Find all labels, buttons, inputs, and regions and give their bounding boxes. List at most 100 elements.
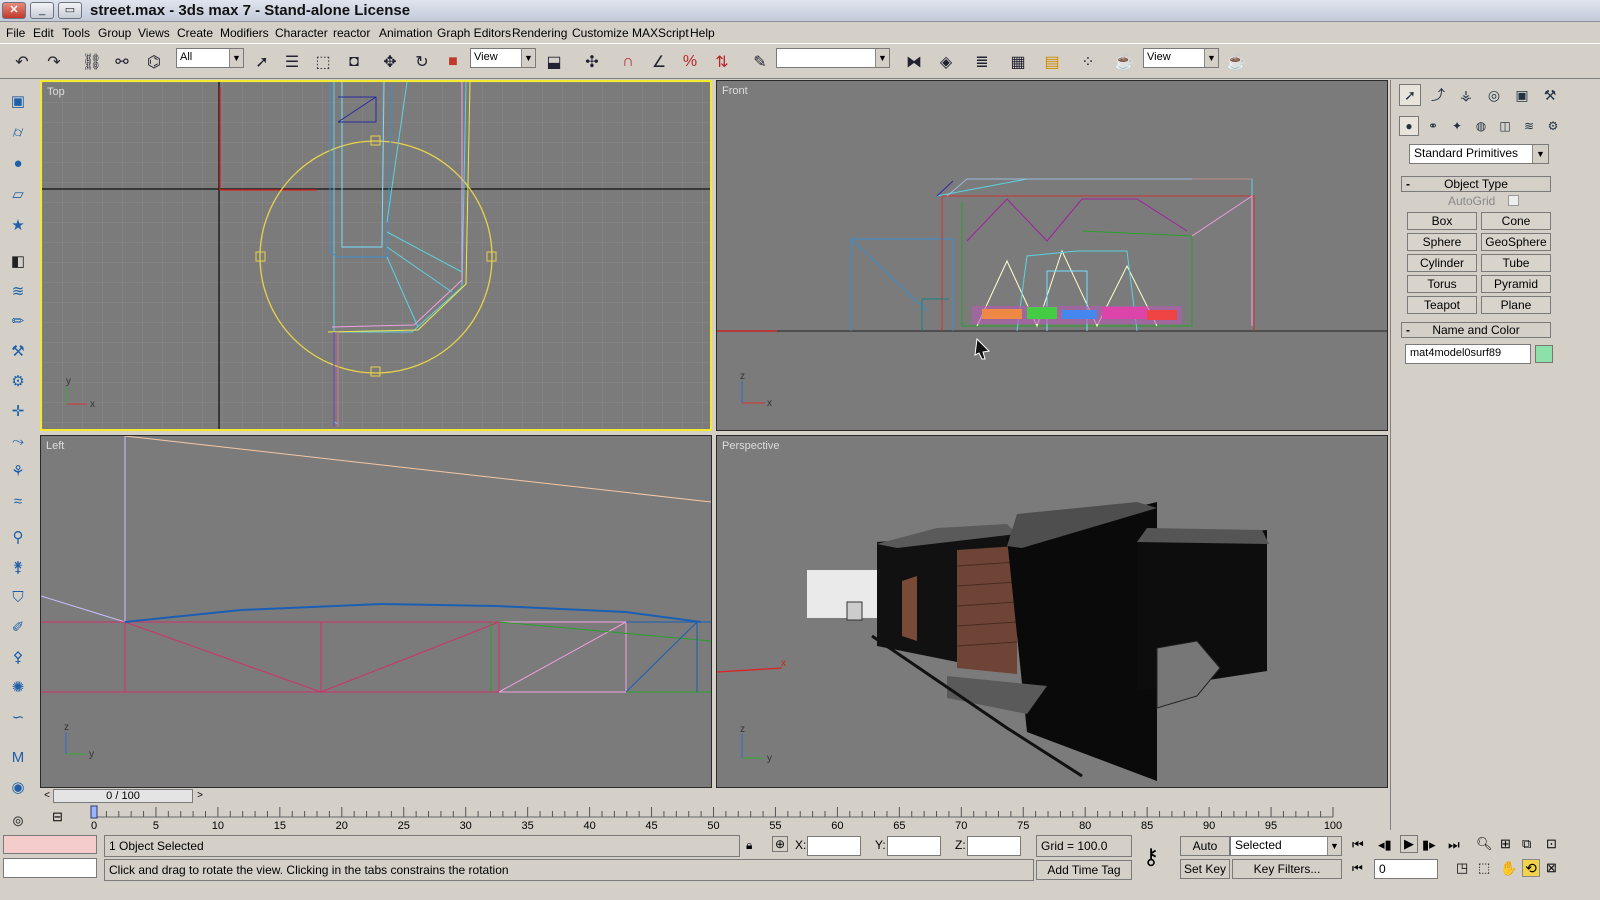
time-slider[interactable]: 0 / 100 [53, 789, 193, 803]
select-by-name-icon[interactable]: ☰ [280, 50, 304, 74]
menu-reactor[interactable]: reactor [333, 26, 370, 40]
box-icon[interactable]: ▣ [7, 90, 29, 112]
snap-toggle-icon[interactable]: ∩ [616, 50, 640, 74]
cylinder-button[interactable]: Cylinder [1407, 254, 1477, 272]
misc-icon[interactable]: ⊚ [7, 810, 29, 832]
key-filters-button[interactable]: Key Filters... [1232, 859, 1342, 879]
geometry-icon[interactable]: ● [1399, 116, 1419, 136]
maximize-button[interactable]: ▭ [58, 2, 82, 19]
quick-render-icon[interactable]: ☕ [1224, 50, 1248, 74]
maxscript-input[interactable] [3, 858, 97, 878]
menu-group[interactable]: Group [98, 26, 131, 40]
viewport-front[interactable]: Front z x [716, 80, 1388, 431]
layer-manager-icon[interactable]: ≣ [970, 50, 994, 74]
viewport-left-label[interactable]: Left [46, 440, 64, 452]
time-prev-button[interactable]: < [41, 789, 53, 803]
reference-coordinate-dropdown[interactable]: View ▼ [470, 48, 536, 68]
select-link-icon[interactable]: ⛓ [80, 50, 104, 74]
align-icon[interactable]: ◈ [934, 50, 958, 74]
space-warps-icon[interactable]: ≋ [1519, 116, 1539, 136]
percent-snap-icon[interactable]: % [678, 50, 702, 74]
pivot-point-icon[interactable]: ⬓ [542, 50, 566, 74]
pan-hand-icon[interactable]: ✋ [1500, 860, 1517, 877]
autogrid-checkbox[interactable] [1508, 195, 1519, 206]
maximize-viewport-icon[interactable]: ⊠ [1546, 860, 1557, 876]
render-scene-icon[interactable]: ☕ [1112, 50, 1136, 74]
object-name-field[interactable]: mat4model0surf89 [1405, 344, 1531, 364]
system-icon[interactable]: ⚘ [7, 460, 29, 482]
zoom-extents-icon[interactable]: ⧉ [1522, 836, 1531, 852]
viewport-top-label[interactable]: Top [47, 86, 65, 98]
menu-create[interactable]: Create [177, 26, 213, 40]
rope-icon[interactable]: ∽ [7, 706, 29, 728]
manipulate-icon[interactable]: ✣ [580, 50, 604, 74]
shapes-icon[interactable]: ⚭ [1423, 116, 1443, 136]
wave-icon[interactable]: ≈ [7, 490, 29, 512]
y-coordinate-field[interactable] [887, 836, 941, 856]
spinner-snap-icon[interactable]: ⇅ [710, 50, 734, 74]
window-crossing-icon[interactable]: ◘ [342, 50, 366, 74]
z-coordinate-field[interactable] [967, 836, 1021, 856]
key-icon[interactable]: ⚷ [1143, 844, 1159, 870]
cone-button[interactable]: Cone [1481, 212, 1551, 230]
rectangular-selection-icon[interactable]: ⬚ [311, 50, 335, 74]
angle-snap-icon[interactable]: ∠ [647, 50, 671, 74]
torus-button[interactable]: Torus [1407, 275, 1477, 293]
bind-space-warp-icon[interactable]: ⌬ [142, 50, 166, 74]
menu-file[interactable]: File [6, 26, 25, 40]
viewport-front-label[interactable]: Front [722, 85, 748, 97]
systems-icon[interactable]: ⚙ [1543, 116, 1563, 136]
mirror-icon[interactable]: ⧓ [902, 50, 926, 74]
box-button[interactable]: Box [1407, 212, 1477, 230]
tape-icon[interactable]: ✏ [7, 310, 29, 332]
time-next-button[interactable]: > [194, 789, 206, 803]
brush-icon[interactable]: ✐ [7, 616, 29, 638]
absolute-mode-icon[interactable]: ⊕ [772, 836, 788, 852]
rotate-icon[interactable]: ↻ [410, 50, 434, 74]
render-effect-icon[interactable]: ◉ [7, 776, 29, 798]
minimize-button[interactable]: _ [30, 2, 54, 19]
plane-icon[interactable]: ⏥ [7, 183, 29, 205]
zoom-all-icon[interactable]: ⊞ [1500, 836, 1511, 852]
helper-icon[interactable]: ✛ [7, 400, 29, 422]
add-time-tag-button[interactable]: Add Time Tag [1036, 860, 1132, 880]
viewport-perspective[interactable]: Perspective z y x [716, 435, 1388, 788]
zoom-extents-all-icon[interactable]: ⊡ [1546, 836, 1557, 852]
tube-button[interactable]: Tube [1481, 254, 1551, 272]
key-mode-dropdown[interactable]: Selected ▼ [1230, 836, 1342, 856]
hammer-icon[interactable]: ⚒ [7, 340, 29, 362]
teapot-button[interactable]: Teapot [1407, 296, 1477, 314]
menu-character[interactable]: Character [275, 26, 328, 40]
menu-help[interactable]: Help [690, 26, 715, 40]
hierarchy-tab-icon[interactable]: ⚶ [1455, 84, 1477, 106]
selection-filter-dropdown[interactable]: All ▼ [176, 48, 244, 68]
named-selection-dropdown[interactable]: ▼ [776, 48, 890, 68]
cloth-icon[interactable]: ⛉ [7, 586, 29, 608]
utilities-tab-icon[interactable]: ⚒ [1539, 84, 1561, 106]
play-icon[interactable]: ▶ [1400, 835, 1418, 853]
named-selection-icon[interactable]: ✎ [748, 50, 772, 74]
go-to-end-icon[interactable]: ⏭ [1448, 837, 1460, 853]
layout-icon[interactable]: ◧ [7, 250, 29, 272]
sphere-button[interactable]: Sphere [1407, 233, 1477, 251]
menu-animation[interactable]: Animation [379, 26, 432, 40]
key-mode-toggle-icon[interactable]: ⏮ [1352, 861, 1363, 876]
menu-graph-editors[interactable]: Graph Editors [437, 26, 511, 40]
x-coordinate-field[interactable] [807, 836, 861, 856]
display-tab-icon[interactable]: ▣ [1511, 84, 1533, 106]
lights-icon[interactable]: ✦ [1447, 116, 1467, 136]
auto-key-button[interactable]: Auto Key [1180, 836, 1230, 871]
motion-tab-icon[interactable]: ◎ [1483, 84, 1505, 106]
render-view-dropdown[interactable]: View ▼ [1143, 48, 1219, 68]
reactor-icon[interactable]: ✺ [7, 676, 29, 698]
menu-rendering[interactable]: Rendering [512, 26, 567, 40]
viewport-perspective-label[interactable]: Perspective [722, 440, 779, 452]
arc-rotate-icon[interactable]: ⟲ [1522, 859, 1540, 877]
object-type-rollout[interactable]: - Object Type [1401, 176, 1551, 192]
select-object-icon[interactable]: ➚ [250, 50, 274, 74]
menu-tools[interactable]: Tools [62, 26, 90, 40]
track-bar[interactable]: ⊟ 0 5 10 15 20 25 30 35 40 45 50 55 60 65 70 75 80 85 90 95… [40, 805, 1388, 831]
menu-customize[interactable]: Customize [572, 26, 629, 40]
lock-icon[interactable]: 🔒︎ [746, 838, 752, 853]
set-key-button[interactable]: Set Key [1180, 859, 1230, 879]
